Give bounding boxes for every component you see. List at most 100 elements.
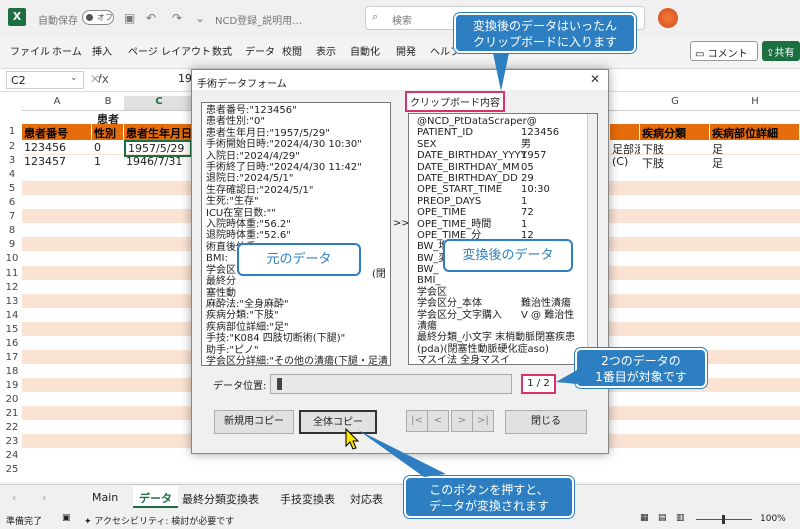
- row-number[interactable]: 18: [2, 366, 22, 377]
- prev-record-button[interactable]: <: [427, 410, 449, 432]
- first-record-button[interactable]: |<: [406, 410, 428, 432]
- quick-access-more-icon[interactable]: ⌄: [195, 11, 205, 25]
- row-number[interactable]: 22: [2, 422, 22, 433]
- row-number[interactable]: 4: [2, 169, 22, 180]
- source-line: 助手:"ピノ": [206, 344, 259, 356]
- menu-data[interactable]: データ: [245, 43, 275, 58]
- menu-file[interactable]: ファイル: [10, 43, 50, 58]
- sheet-tab-procedure[interactable]: 手技変換表: [280, 491, 335, 507]
- row-number[interactable]: 11: [2, 268, 22, 279]
- normal-view-icon[interactable]: ▦: [640, 513, 649, 523]
- column-header-h[interactable]: H: [710, 96, 800, 110]
- row-number[interactable]: 3: [2, 155, 22, 166]
- row-number[interactable]: 8: [2, 225, 22, 236]
- row-number[interactable]: 5: [2, 183, 22, 194]
- autosave-toggle[interactable]: オフ: [82, 10, 114, 25]
- zoom-slider-thumb[interactable]: [722, 515, 725, 524]
- save-icon[interactable]: ▣: [124, 11, 135, 25]
- row-number[interactable]: 17: [2, 352, 22, 363]
- formula-input[interactable]: 19: [178, 72, 192, 85]
- sheet-tab-final-classification[interactable]: 最終分類変換表: [182, 491, 259, 507]
- cell-h3[interactable]: 足: [710, 155, 800, 171]
- new-copy-button[interactable]: 新規用コピー: [214, 410, 294, 434]
- comment-button[interactable]: ▭ コメント: [690, 41, 758, 61]
- column-header-c[interactable]: C: [124, 96, 194, 110]
- cell-f3[interactable]: (C): [610, 155, 640, 168]
- data-position-scrollbar[interactable]: [270, 374, 512, 394]
- cell-g3[interactable]: 下肢: [640, 155, 710, 171]
- status-accessibility[interactable]: ✦ アクセシビリティ: 検討が必要です: [84, 514, 234, 527]
- header-birthdate[interactable]: 患者生年月日: [124, 124, 192, 140]
- avatar[interactable]: [658, 8, 678, 28]
- clipboard-scrollbar[interactable]: [587, 114, 597, 364]
- menu-home[interactable]: ホーム: [52, 43, 82, 58]
- row-number[interactable]: 20: [2, 394, 22, 405]
- row-number[interactable]: 1: [2, 126, 22, 137]
- menu-formulas[interactable]: 数式: [212, 43, 232, 58]
- column-header-b[interactable]: B: [92, 96, 124, 110]
- cell-a3[interactable]: 123457: [22, 155, 92, 168]
- header-disease-class[interactable]: 疾病分類: [640, 124, 710, 140]
- undo-icon[interactable]: ↶: [146, 11, 156, 25]
- menu-review[interactable]: 校閲: [282, 43, 302, 58]
- zoom-level[interactable]: 100%: [760, 514, 786, 524]
- row-number[interactable]: 16: [2, 338, 22, 349]
- clipboard-value: 29: [521, 172, 534, 184]
- row-number[interactable]: 23: [2, 436, 22, 447]
- header-patient-id[interactable]: 患者番号: [22, 124, 92, 140]
- row-number[interactable]: 14: [2, 310, 22, 321]
- source-line: 疾病分類:"下肢": [206, 310, 279, 322]
- menu-developer[interactable]: 開発: [396, 43, 416, 58]
- chevron-down-icon[interactable]: ⌄: [70, 73, 78, 83]
- column-header-a[interactable]: A: [22, 96, 92, 110]
- row-number[interactable]: 12: [2, 282, 22, 293]
- row-number[interactable]: 25: [2, 464, 22, 475]
- header-disease-site[interactable]: 疾病部位詳細: [710, 124, 800, 140]
- menu-insert[interactable]: 挿入: [92, 43, 112, 58]
- macro-icon[interactable]: ▣: [62, 513, 71, 523]
- cell-c3[interactable]: 1946/7/31: [124, 155, 192, 168]
- row-number[interactable]: 7: [2, 211, 22, 222]
- header-sex[interactable]: 性別: [92, 124, 124, 140]
- row-number[interactable]: 10: [2, 253, 22, 264]
- redo-icon[interactable]: ↷: [172, 11, 182, 25]
- sheet-tab-mapping[interactable]: 対応表: [350, 491, 383, 507]
- menu-view[interactable]: 表示: [316, 43, 336, 58]
- menu-automate[interactable]: 自動化: [350, 43, 380, 58]
- function-icon[interactable]: 𝑓x: [98, 72, 109, 87]
- row-number[interactable]: 24: [2, 450, 22, 461]
- close-button[interactable]: 閉じる: [505, 410, 587, 434]
- source-line: 入院時体重:"56.2": [206, 219, 291, 231]
- row-number[interactable]: 13: [2, 296, 22, 307]
- callout-record-position: 2つのデータの 1番目が対象です: [575, 348, 707, 388]
- clipboard-value: 1: [521, 218, 528, 230]
- scrollbar-thumb[interactable]: [277, 378, 282, 390]
- row-number[interactable]: 2: [2, 141, 22, 152]
- row-number[interactable]: 6: [2, 197, 22, 208]
- tab-scroll-right-icon[interactable]: ›: [42, 491, 46, 504]
- source-line: 麻酔法:"全身麻酔": [206, 298, 289, 310]
- cell-b3[interactable]: 1: [92, 155, 124, 168]
- row-number[interactable]: 21: [2, 408, 22, 419]
- menu-page-layout[interactable]: ページ レイアウト: [128, 43, 211, 58]
- share-button[interactable]: ⇪共有: [762, 41, 800, 61]
- cell-b2[interactable]: 0: [92, 141, 124, 154]
- row-number[interactable]: 15: [2, 324, 22, 335]
- sheet-tab-data[interactable]: データ: [133, 486, 178, 508]
- tab-scroll-left-icon[interactable]: ‹: [12, 491, 16, 504]
- last-record-button[interactable]: >|: [472, 410, 494, 432]
- next-record-button[interactable]: >: [451, 410, 473, 432]
- source-line: 疾病部位詳細:"足": [206, 321, 289, 333]
- clipboard-row: 学会区分_本体 難治性潰瘍: [417, 298, 593, 309]
- sheet-tab-main[interactable]: Main: [92, 491, 118, 504]
- page-break-icon[interactable]: ▥: [676, 513, 685, 523]
- column-header-g[interactable]: G: [640, 96, 710, 110]
- cell-a2[interactable]: 123456: [22, 141, 92, 154]
- page-layout-icon[interactable]: ▤: [658, 513, 667, 523]
- source-line: 入院日:"2024/4/29": [206, 150, 300, 162]
- dialog-close-icon[interactable]: ✕: [590, 72, 600, 86]
- row-number[interactable]: 19: [2, 380, 22, 391]
- source-data-list[interactable]: 患者番号:"123456" 患者性別:"0" 患者生年月日:"1957/5/29" 手…: [201, 102, 391, 366]
- row-number[interactable]: 9: [2, 239, 22, 250]
- clipboard-key: OPE_START_TIME: [417, 184, 503, 196]
